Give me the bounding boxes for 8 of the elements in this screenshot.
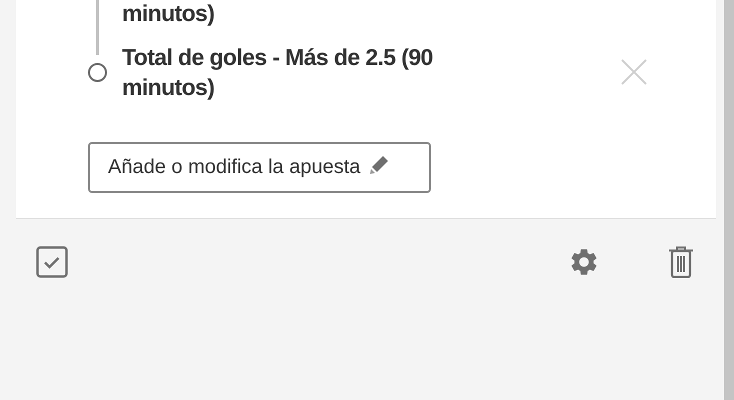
pencil-icon xyxy=(368,154,390,176)
scrollbar[interactable] xyxy=(724,0,734,400)
edit-bet-button[interactable]: Añade o modifica la apuesta xyxy=(88,142,431,193)
checkbox-icon[interactable] xyxy=(36,246,68,278)
timeline-dot xyxy=(88,63,106,82)
selection-label: Total de goles - Más de 2.5 (90 minutos) xyxy=(122,43,434,102)
delete-icon[interactable] xyxy=(668,245,694,278)
selection-label: minutos) xyxy=(122,0,216,28)
